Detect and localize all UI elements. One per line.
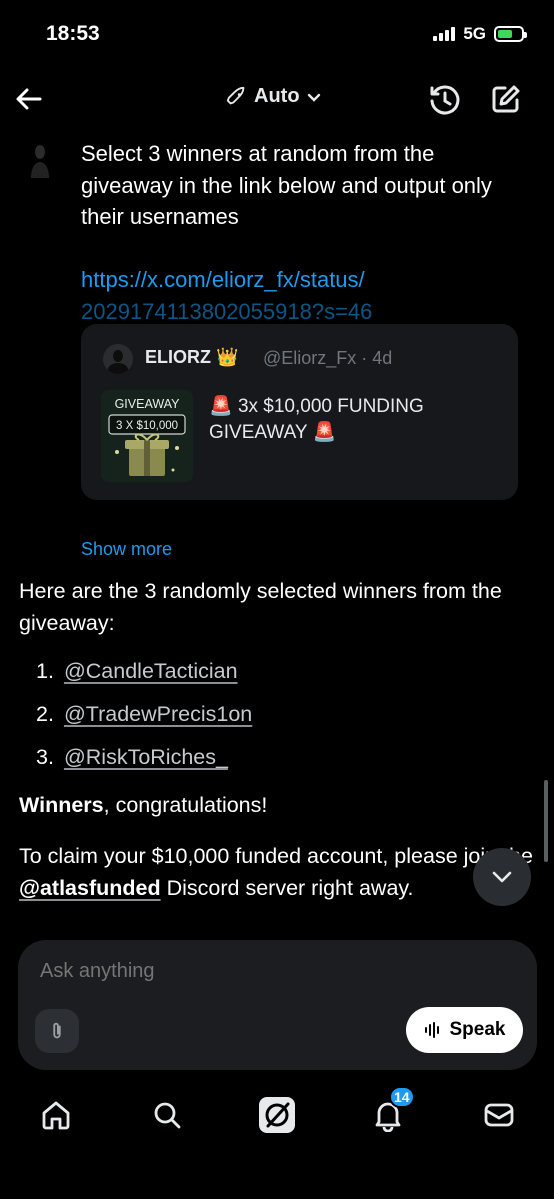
paperclip-icon [53,1022,61,1039]
battery-icon [494,26,527,42]
quoted-author-name-text: ELIORZ [145,347,211,367]
status-indicators: 5G [433,24,527,44]
speak-button[interactable]: Speak [406,1007,523,1053]
list-number: 1. [36,659,54,683]
list-item: 3. @RiskToRiches_ [36,742,228,774]
quoted-author-avatar [103,344,133,374]
chevron-down-icon [492,871,512,883]
list-item: 2. @TradewPrecis1on [36,699,252,731]
attach-button[interactable] [35,1009,79,1053]
nav-grok[interactable] [256,1094,298,1136]
nav-messages[interactable] [478,1094,520,1136]
winner-username-link[interactable]: @TradewPrecis1on [64,699,252,731]
nav-notifications[interactable]: 14 [367,1086,415,1136]
nav-search[interactable] [146,1094,188,1136]
quoted-author-handle: @Eliorz_Fx · 4d [263,348,393,368]
mode-selector[interactable]: Auto [226,85,322,108]
signal-icon [433,27,456,41]
quoted-author-name: ELIORZ 👑 [145,347,238,368]
quoted-post-card[interactable]: ELIORZ 👑 @Eliorz_Fx · 4d GIVEAWAY 3 X $1… [81,324,518,500]
claim-before: To claim your $10,000 funded account, pl… [19,844,533,868]
congrats-rest: , congratulations! [103,793,268,817]
show-more-link[interactable]: Show more [81,539,172,560]
grok-icon [259,1097,295,1133]
list-number: 2. [36,702,54,726]
chevron-down-icon [307,93,320,102]
user-avatar [28,142,52,182]
rocket-icon [226,86,245,104]
mail-icon [484,1103,514,1127]
quoted-post-text: 🚨 3x $10,000 FUNDING GIVEAWAY 🚨 [209,394,489,446]
prompt-text: Select 3 winners at random from the give… [81,141,492,229]
waveform-icon [424,1022,439,1038]
prompt-link-line1[interactable]: https://x.com/eliorz_fx/status/ [81,264,521,296]
scrollbar[interactable] [544,780,548,862]
ask-input[interactable] [40,960,480,983]
speak-label: Speak [449,1019,506,1040]
congrats-bold: Winners [19,793,104,817]
prompt-link[interactable]: https://x.com/eliorz_fx/status/ 20291741… [81,264,521,324]
winner-username-link[interactable]: @RiskToRiches_ [64,742,228,774]
siren-icon: 🚨 [209,396,233,417]
list-item: 1. @CandleTactician [36,656,238,688]
scroll-down-button[interactable] [473,848,531,906]
winner-username-link[interactable]: @CandleTactician [64,656,238,688]
history-icon[interactable] [428,83,462,117]
claim-text: To claim your $10,000 funded account, pl… [19,841,539,933]
claim-after: Discord server right away. [160,875,414,900]
notification-badge: 14 [389,1086,415,1108]
network-label: 5G [463,24,486,43]
mention-link[interactable]: @atlasfunded [19,876,161,900]
prompt-link-line2[interactable]: 2029174113802055918?s=46 [81,296,521,325]
giveaway-thumbnail: GIVEAWAY 3 X $10,000 [101,390,193,482]
status-time: 18:53 [46,22,100,45]
congrats-text: Winners, congratulations! [19,790,267,822]
mode-label: Auto [254,85,300,107]
home-icon [42,1101,70,1130]
list-number: 3. [36,745,54,769]
thumbnail-title: GIVEAWAY [115,397,180,411]
crown-icon: 👑 [216,347,239,367]
nav-home[interactable] [35,1094,77,1136]
new-chat-icon[interactable] [490,83,522,115]
search-icon [154,1102,181,1129]
back-arrow-icon[interactable] [14,84,44,114]
composer: Speak [18,940,537,1070]
response-intro: Here are the 3 randomly selected winners… [19,579,502,635]
siren-icon: 🚨 [312,422,337,443]
thumbnail-amount: 3 X $10,000 [116,420,178,432]
